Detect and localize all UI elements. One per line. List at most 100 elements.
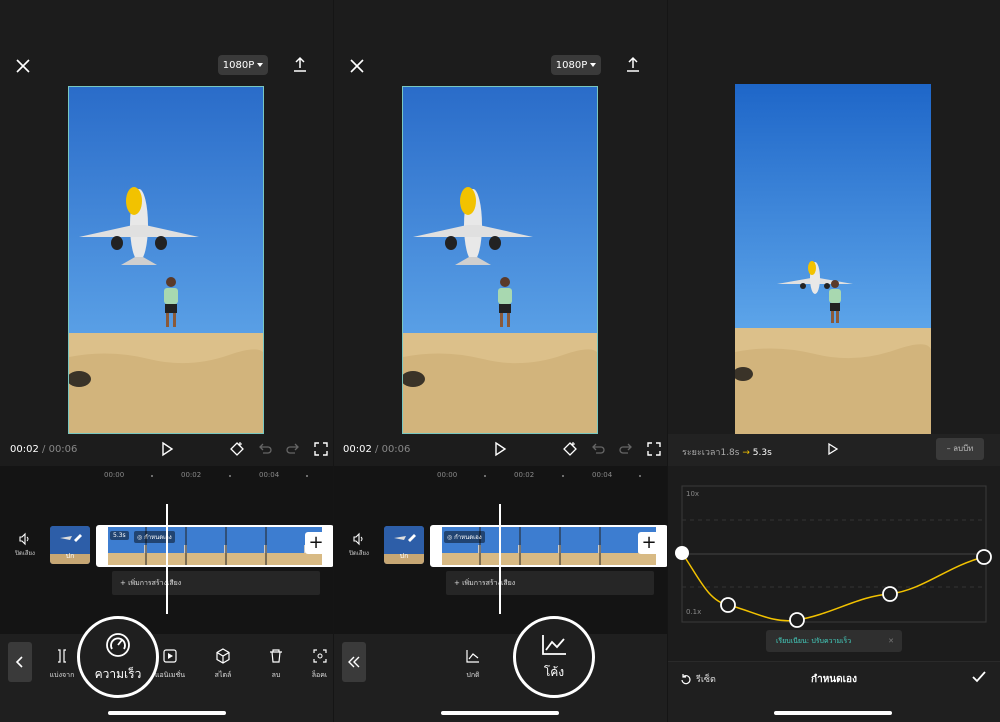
back-button[interactable] xyxy=(8,642,32,682)
speaker-icon xyxy=(353,532,363,546)
mute-label: ปิดเสียง xyxy=(15,550,35,557)
playback-time: 00:02 / 00:06 xyxy=(10,444,77,455)
cover-label: ปก xyxy=(65,552,75,560)
ruler-label: 00:00 xyxy=(104,471,125,479)
style-tool[interactable]: สไตล์ xyxy=(203,648,243,681)
mute-toggle[interactable]: ปิดเสียง xyxy=(344,532,374,558)
time-separator: / xyxy=(375,444,379,455)
custom-curve-panel: ระยะเวลา1.8s → 5.3s – ลบบีท 10x 0.1x เรี… xyxy=(668,0,1000,722)
animation-icon xyxy=(163,649,177,663)
playhead[interactable] xyxy=(499,504,501,614)
cover-thumbnail[interactable]: ปก xyxy=(50,526,90,564)
undo-icon[interactable] xyxy=(257,441,273,457)
speed-toolbar: ปกติ โค้ง xyxy=(334,616,667,722)
cover-thumbnail[interactable]: ปก xyxy=(384,526,424,564)
play-icon[interactable] xyxy=(826,442,840,456)
speed-label: ความเร็ว xyxy=(94,666,142,681)
keyframe-icon[interactable] xyxy=(562,441,578,457)
video-clip[interactable]: ◎ กำหนดเอง xyxy=(430,525,667,567)
tool-label: แอนิเมชั่น xyxy=(154,671,186,679)
curve-tool-highlight[interactable]: โค้ง xyxy=(513,616,595,698)
curve-point xyxy=(720,597,736,613)
fullscreen-icon[interactable] xyxy=(313,441,329,457)
tool-label: สไตล์ xyxy=(214,671,232,679)
curve-point xyxy=(882,586,898,602)
mute-label: ปิดเสียง xyxy=(349,550,369,557)
curve-chart-icon xyxy=(542,634,566,655)
speed-icon xyxy=(106,632,130,657)
play-icon[interactable] xyxy=(492,441,508,457)
export-icon[interactable] xyxy=(623,55,643,75)
ruler-dot xyxy=(562,475,564,477)
timeline[interactable]: 00:00 00:02 00:04 ปิดเสียง ปก ◎ กำหนดเอง xyxy=(334,466,667,634)
speed-editor-panel: 1080P 00:02 / 00:06 00:00 00:02 00:04 ปิ… xyxy=(0,0,333,722)
time-separator: / xyxy=(42,444,46,455)
current-time: 00:02 xyxy=(10,444,39,455)
normal-speed-tool[interactable]: ปกติ xyxy=(453,648,493,681)
home-indicator xyxy=(441,711,559,715)
video-preview[interactable] xyxy=(735,84,931,434)
playback-time: 00:02 / 00:06 xyxy=(343,444,410,455)
total-time: 00:06 xyxy=(48,444,78,455)
resolution-label: 1080P xyxy=(222,59,255,71)
double-chevron-left-icon xyxy=(348,656,360,668)
time-ruler: 00:00 00:02 00:04 xyxy=(0,471,333,483)
video-preview[interactable] xyxy=(402,86,598,434)
timeline[interactable]: 00:00 00:02 00:04 ปิดเสียง ปก 5.3s ◎ กำห… xyxy=(0,466,333,634)
axis-max-label: 10x xyxy=(686,490,700,498)
edit-toolbar: แบ่งจาก แอนิเมชั่น สไตล์ ลบ ล็อคเ ความเร… xyxy=(0,616,333,722)
collapse-button[interactable] xyxy=(342,642,366,682)
fullscreen-icon[interactable] xyxy=(646,441,662,457)
ruler-dot xyxy=(484,475,486,477)
ruler-label: 00:04 xyxy=(259,471,280,479)
redo-icon[interactable] xyxy=(285,441,301,457)
export-icon[interactable] xyxy=(290,55,310,75)
add-clip-button[interactable]: + xyxy=(638,532,660,554)
add-clip-button[interactable]: + xyxy=(305,532,327,554)
mute-toggle[interactable]: ปิดเสียง xyxy=(10,532,40,558)
tool-label: ล็อคเ xyxy=(311,671,328,679)
video-preview[interactable] xyxy=(68,86,264,434)
video-clip[interactable]: 5.3s ◎ กำหนดเอง xyxy=(96,525,333,567)
undo-icon[interactable] xyxy=(590,441,606,457)
speaker-icon xyxy=(19,532,29,546)
play-icon[interactable] xyxy=(159,441,175,457)
redo-icon[interactable] xyxy=(618,441,634,457)
check-icon[interactable] xyxy=(970,668,988,686)
duration-text: ระยะเวลา1.8s → 5.3s xyxy=(682,445,772,459)
chevron-left-icon xyxy=(15,656,23,668)
tool-label: แบ่งจาก xyxy=(49,671,75,679)
add-audio-button[interactable]: + เพิ่มการสร้างเสียง xyxy=(446,571,654,595)
tool-label: ลบ xyxy=(271,671,281,679)
close-icon[interactable]: ✕ xyxy=(888,630,894,652)
duration-original: ระยะเวลา1.8s xyxy=(682,448,740,458)
keyframe-icon[interactable] xyxy=(229,441,245,457)
add-audio-button[interactable]: + เพิ่มการสร้างเสียง xyxy=(112,571,320,595)
delete-beat-button[interactable]: – ลบบีท xyxy=(936,438,984,460)
edit-controls xyxy=(562,441,662,457)
close-icon[interactable] xyxy=(346,55,368,77)
resolution-dropdown[interactable]: 1080P xyxy=(551,55,601,75)
axis-min-label: 0.1x xyxy=(686,608,702,616)
split-icon xyxy=(58,649,66,663)
toast-text: เรียบเนียน: ปรับความเร็ว xyxy=(776,637,852,645)
ruler-label: 00:02 xyxy=(514,471,535,479)
home-indicator xyxy=(108,711,226,715)
resolution-dropdown[interactable]: 1080P xyxy=(218,55,268,75)
curve-footer: รีเซ็ต กำหนดเอง xyxy=(668,661,1000,722)
speed-tool-highlight[interactable]: ความเร็ว xyxy=(77,616,159,698)
lock-tool[interactable]: ล็อคเ xyxy=(306,648,333,681)
duration-header: ระยะเวลา1.8s → 5.3s – ลบบีท xyxy=(668,434,1000,466)
ruler-label: 00:04 xyxy=(592,471,613,479)
delete-tool[interactable]: ลบ xyxy=(256,648,296,681)
curve-label: โค้ง xyxy=(543,664,565,679)
curve-point xyxy=(675,546,689,560)
playhead[interactable] xyxy=(166,504,168,614)
ruler-dot xyxy=(229,475,231,477)
ruler-dot xyxy=(306,475,308,477)
curve-point xyxy=(789,612,805,628)
close-icon[interactable] xyxy=(12,55,34,77)
split-tool[interactable]: แบ่งจาก xyxy=(42,648,82,681)
hint-toast: เรียบเนียน: ปรับความเร็ว ✕ xyxy=(766,630,902,652)
chevron-down-icon xyxy=(257,63,264,67)
